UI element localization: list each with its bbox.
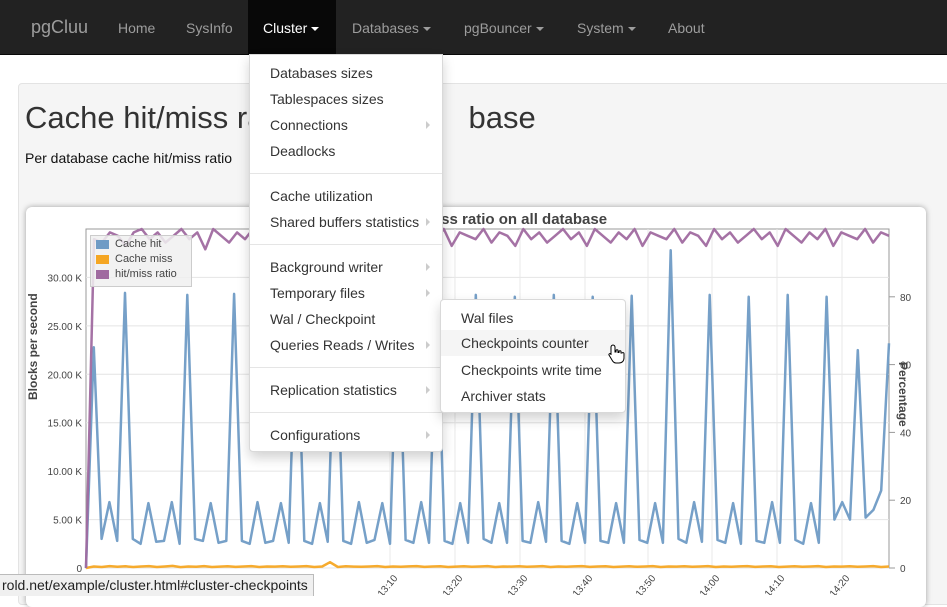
chevron-right-icon [426, 386, 430, 394]
y-tick-label: 20.00 K [48, 370, 83, 381]
menu-item-replication-statistics[interactable]: Replication statistics [270, 382, 397, 398]
x-tick-label: 14:00 [698, 573, 723, 595]
x-tick-label: 13:30 [506, 573, 531, 595]
series-line-cache-miss [85, 560, 890, 570]
legend-swatch [96, 239, 109, 249]
legend-label: Cache miss [115, 253, 173, 265]
y2-tick-label: 0 [900, 564, 906, 575]
chevron-right-icon [426, 341, 430, 349]
x-tick-label: 13:40 [571, 573, 596, 595]
y-tick-label: 15.00 K [48, 419, 83, 430]
x-tick-label: 13:10 [376, 573, 401, 595]
submenu-item-checkpoints-write-time[interactable]: Checkpoints write time [461, 362, 602, 378]
cluster-dropdown-menu: Databases sizes Tablespaces sizes Connec… [249, 54, 443, 452]
menu-item-databases-sizes[interactable]: Databases sizes [270, 65, 373, 81]
y2-tick-label: 80 [900, 293, 912, 304]
menu-divider [250, 173, 442, 174]
chevron-right-icon [426, 263, 430, 271]
y-tick-label: 25.00 K [48, 322, 83, 333]
y2-tick-label: 40 [900, 428, 912, 439]
submenu-item-wal-files[interactable]: Wal files [461, 310, 513, 326]
x-tick-label: 14:10 [763, 573, 788, 595]
chevron-right-icon [426, 218, 430, 226]
x-tick-label: 13:50 [634, 573, 659, 595]
y-tick-label: 30.00 K [48, 273, 83, 284]
y2-axis-title: Percentage [896, 362, 910, 427]
menu-item-configurations[interactable]: Configurations [270, 427, 360, 443]
menu-divider [250, 412, 442, 413]
legend-swatch [96, 254, 109, 264]
legend-item-ratio[interactable]: hit/miss ratio [96, 267, 177, 281]
y-tick-label: 5.00 K [53, 516, 82, 527]
menu-item-wal-checkpoint[interactable]: Wal / Checkpoint [270, 311, 375, 327]
legend-item-cache-miss[interactable]: Cache miss [96, 252, 172, 266]
menu-item-cache-utilization[interactable]: Cache utilization [270, 188, 373, 204]
chart-legend[interactable]: Cache hit Cache miss hit/miss ratio [90, 235, 192, 287]
menu-item-connections[interactable]: Connections [270, 117, 348, 133]
submenu-item-archiver-stats[interactable]: Archiver stats [461, 388, 546, 404]
wal-checkpoint-submenu: Wal files Checkpoints counter Checkpoint… [440, 299, 626, 413]
menu-item-deadlocks[interactable]: Deadlocks [270, 143, 335, 159]
y-tick-label: 10.00 K [48, 467, 83, 478]
menu-item-temporary-files[interactable]: Temporary files [270, 285, 365, 301]
legend-label: Cache hit [115, 238, 162, 250]
legend-item-cache-hit[interactable]: Cache hit [96, 237, 161, 251]
cache-hit-miss-chart: 0 5.00 K 10.00 K 15.00 K 20.00 K 25.00 K 30.00… [48, 227, 912, 595]
chart-title: iss ratio on all database [437, 211, 608, 228]
status-bar-url: rold.net/example/cluster.html#cluster-ch… [0, 574, 314, 596]
chevron-right-icon [426, 289, 430, 297]
menu-item-shared-buffers[interactable]: Shared buffers statistics [270, 214, 419, 230]
y2-tick-label: 20 [900, 496, 912, 507]
legend-label: hit/miss ratio [115, 268, 177, 280]
menu-divider [250, 367, 442, 368]
menu-divider [250, 244, 442, 245]
menu-item-tablespaces-sizes[interactable]: Tablespaces sizes [270, 91, 384, 107]
submenu-item-checkpoints-counter[interactable]: Checkpoints counter [441, 330, 625, 356]
x-tick-label: 14:20 [828, 573, 853, 595]
hand-pointer-icon [608, 344, 625, 364]
chevron-right-icon [426, 121, 430, 129]
menu-item-background-writer[interactable]: Background writer [270, 259, 383, 275]
menu-item-queries-reads-writes[interactable]: Queries Reads / Writes [270, 337, 414, 353]
legend-swatch [96, 269, 109, 279]
chevron-right-icon [426, 431, 430, 439]
y-axis-title: Blocks per second [26, 293, 40, 400]
x-tick-label: 13:20 [441, 573, 466, 595]
